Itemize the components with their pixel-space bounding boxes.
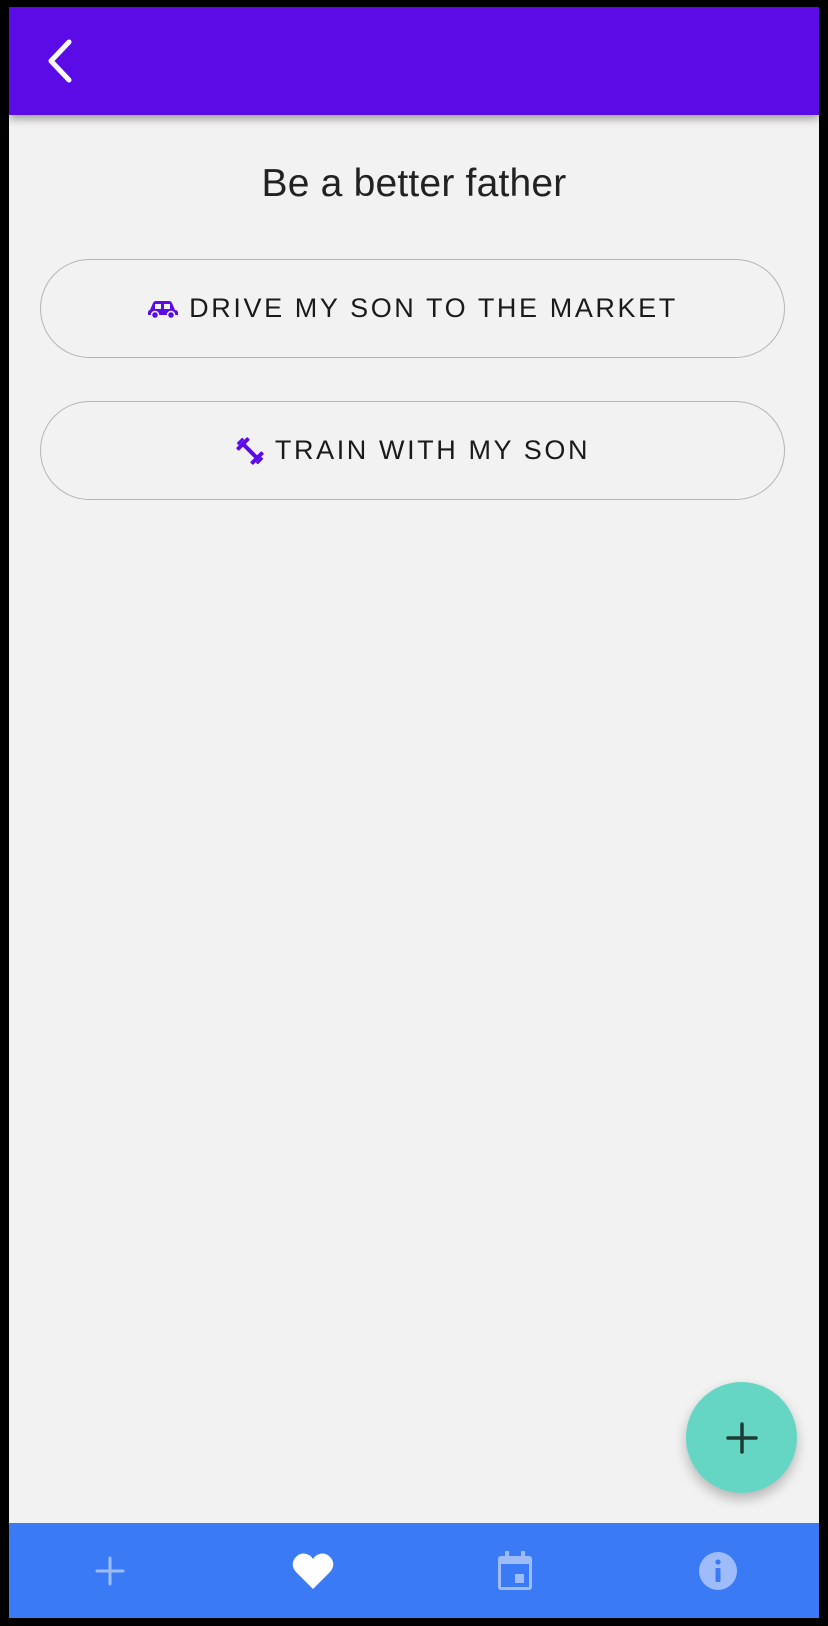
- chevron-left-icon: [48, 39, 72, 83]
- bottom-navigation: [9, 1523, 819, 1618]
- plus-icon: [725, 1421, 758, 1454]
- add-fab-button[interactable]: [686, 1382, 797, 1493]
- app-bar: [9, 7, 819, 115]
- plus-icon: [95, 1556, 125, 1585]
- screen: Be a better father DRIVE MY SON TO THE M…: [9, 7, 819, 1618]
- nav-item-info[interactable]: [617, 1523, 820, 1618]
- nav-item-favorites[interactable]: [212, 1523, 415, 1618]
- nav-item-add[interactable]: [9, 1523, 212, 1618]
- car-icon: [147, 299, 179, 319]
- train-with-son-button[interactable]: TRAIN WITH MY SON: [40, 401, 785, 500]
- back-button[interactable]: [31, 31, 91, 91]
- drive-son-to-market-button[interactable]: DRIVE MY SON TO THE MARKET: [40, 259, 785, 358]
- train-with-son-label: TRAIN WITH MY SON: [274, 435, 591, 465]
- info-icon: [698, 1551, 737, 1590]
- page-title: Be a better father: [261, 162, 567, 205]
- heart-icon: [292, 1553, 334, 1589]
- calendar-icon: [498, 1550, 533, 1590]
- nav-item-calendar[interactable]: [414, 1523, 617, 1618]
- drive-son-to-market-label: DRIVE MY SON TO THE MARKET: [189, 293, 678, 323]
- dumbbell-icon: [235, 436, 265, 466]
